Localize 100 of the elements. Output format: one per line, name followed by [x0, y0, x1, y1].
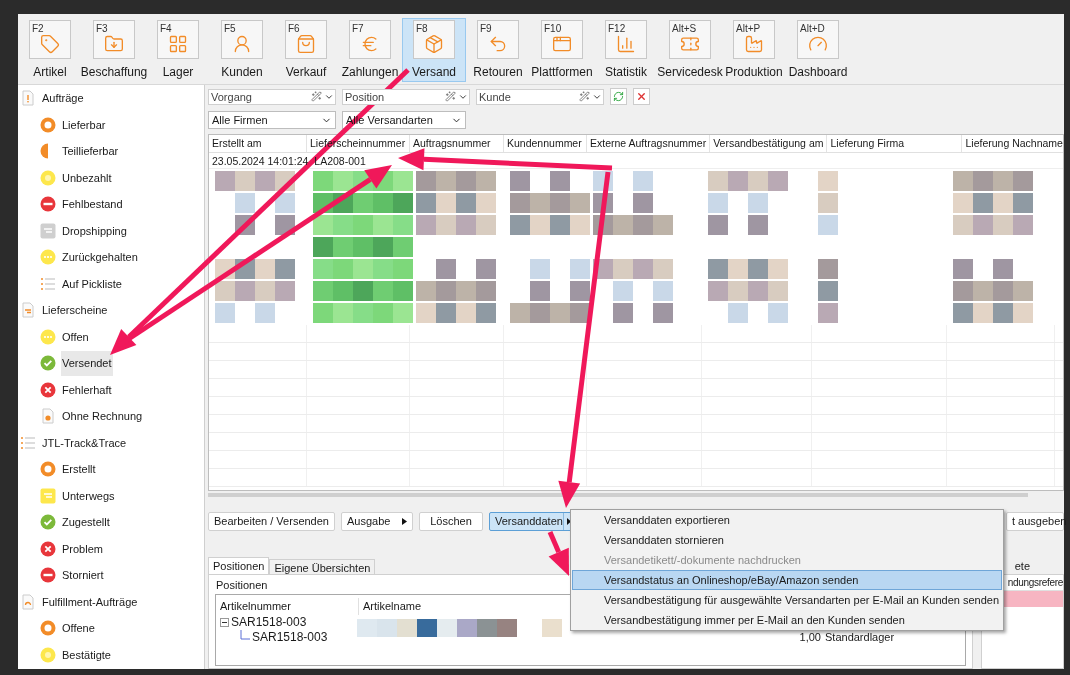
- sidebar-item[interactable]: Offene: [61, 616, 96, 641]
- sidebar-item[interactable]: Unterwegs: [61, 483, 116, 508]
- module-button[interactable]: Alt+P Produktion: [722, 18, 786, 82]
- bag-icon: [296, 33, 316, 54]
- refresh-button[interactable]: [610, 88, 627, 105]
- annotation-arrow: [547, 531, 569, 576]
- module-button[interactable]: F2 Artikel: [18, 18, 82, 82]
- user-icon: [232, 33, 252, 54]
- dropdown[interactable]: Alle Firmen: [208, 111, 336, 129]
- package-icon: [424, 33, 444, 54]
- sidebar-item[interactable]: Problem: [61, 536, 104, 561]
- group-label[interactable]: Aufträge: [42, 90, 84, 107]
- note-icon: [40, 222, 56, 239]
- refresh-icon: [613, 91, 624, 102]
- sidebar-item[interactable]: Offen: [61, 324, 90, 349]
- menu-item[interactable]: Versanddaten stornieren: [572, 530, 1002, 550]
- column-header[interactable]: Artikelnummer: [216, 598, 359, 615]
- module-button[interactable]: F12 Statistik: [594, 18, 658, 82]
- menu-item[interactable]: Versandbestätigung immer per E-Mail an den Kunden senden: [572, 610, 1002, 630]
- dots-circle-icon: [40, 328, 56, 345]
- menu-item[interactable]: Versanddaten exportieren: [572, 510, 1002, 530]
- module-button[interactable]: F5 Kunden: [210, 18, 274, 82]
- table-cell-text: LA208-001: [313, 154, 367, 168]
- sidebar-item[interactable]: Zurückgehalten: [61, 245, 139, 270]
- module-button[interactable]: F4 Lager: [146, 18, 210, 82]
- note-icon: [40, 487, 56, 504]
- table-cell-text: 23.05.2024 14:01:24: [211, 154, 310, 168]
- factory-icon: [744, 33, 764, 54]
- collapse-icon[interactable]: [220, 617, 229, 627]
- sidebar-item[interactable]: Fehlbestand: [61, 192, 124, 217]
- sidebar-item[interactable]: Bestätigte: [61, 642, 112, 667]
- minus-circle-icon: [40, 567, 56, 584]
- clear-filter-button[interactable]: [633, 88, 650, 105]
- filter-field[interactable]: Kunde: [476, 88, 604, 105]
- coin-icon: [40, 169, 56, 186]
- filter-options-icon[interactable]: [311, 90, 322, 102]
- cross-circle-icon: [40, 540, 56, 557]
- dots-circle-icon: [40, 249, 56, 266]
- check-circle-icon: [40, 514, 56, 531]
- sidebar-item[interactable]: Zugestellt: [61, 510, 111, 535]
- minus-circle-icon: [40, 196, 56, 213]
- module-button[interactable]: Alt+S Servicedesk: [658, 18, 722, 82]
- group-label[interactable]: Fulfillment-Aufträge: [42, 593, 138, 610]
- ring-icon: [40, 620, 56, 637]
- group-label[interactable]: JTL-Track&Trace: [42, 434, 127, 451]
- folder-icon: [104, 33, 124, 54]
- action-button[interactable]: Bearbeiten / Versenden: [208, 511, 335, 531]
- list-icon: [40, 275, 56, 292]
- tab[interactable]: Eigene Übersichten: [269, 559, 376, 574]
- module-button[interactable]: F7 Zahlungen: [338, 18, 402, 82]
- submenu-arrow-icon: [566, 517, 571, 525]
- sidebar-item[interactable]: Fehlerhaft: [61, 377, 113, 402]
- module-button[interactable]: F10 Plattformen: [530, 18, 594, 82]
- column-header[interactable]: Versandbestätigung am: [710, 135, 828, 152]
- menu-button[interactable]: Ausgabe: [341, 511, 413, 531]
- sidebar-item[interactable]: Teillieferbar: [61, 139, 120, 164]
- tab[interactable]: Positionen: [208, 557, 270, 574]
- filter-field[interactable]: Vorgang: [208, 88, 336, 105]
- sidebar-item[interactable]: Lieferbar: [61, 112, 107, 137]
- ring-icon: [40, 116, 56, 133]
- grid-icon: [168, 33, 188, 54]
- menu-item[interactable]: Versandbestätigung für ausgewählte Versandarten per E-Mail an Kunden senden: [572, 590, 1002, 610]
- filter-options-icon[interactable]: [579, 90, 590, 102]
- sidebar-item[interactable]: Erstellt: [61, 457, 97, 482]
- sidebar-item[interactable]: Storniert: [61, 563, 105, 588]
- column-header[interactable]: ndungsrefere: [1007, 575, 1063, 590]
- filter-options-icon[interactable]: [445, 90, 456, 102]
- sidebar-item[interactable]: Dropshipping: [61, 218, 128, 243]
- module-button[interactable]: F6 Verkauf: [274, 18, 338, 82]
- sidebar-item[interactable]: Versendet: [61, 351, 113, 376]
- menu-item[interactable]: Versandstatus an Onlineshop/eBay/Amazon senden: [572, 570, 1002, 590]
- group-label[interactable]: Lieferscheine: [42, 302, 108, 319]
- document-icon: [40, 408, 56, 425]
- module-button[interactable]: F9 Retouren: [466, 18, 530, 82]
- column-header[interactable]: Kundennummer: [504, 135, 587, 152]
- close-icon: [636, 91, 647, 102]
- filter-field[interactable]: Position: [342, 88, 470, 105]
- column-header[interactable]: Lieferung Firma: [827, 135, 963, 152]
- coin-icon: [40, 646, 56, 663]
- column-header[interactable]: Lieferung Nachname: [962, 135, 1063, 152]
- module-button[interactable]: F3 Beschaffung: [82, 18, 146, 82]
- action-button[interactable]: Löschen: [419, 511, 483, 531]
- column-header[interactable]: Externe Auftragsnummer: [587, 135, 711, 152]
- module-button[interactable]: Alt+D Dashboard: [786, 18, 850, 82]
- module-button[interactable]: F8 Versand: [402, 18, 466, 82]
- table-cell-text: 1,00: [798, 630, 821, 645]
- column-header[interactable]: Erstellt am: [209, 135, 307, 152]
- table-cell-text: Standardlager: [825, 630, 896, 645]
- column-header[interactable]: Artikelname: [359, 598, 426, 615]
- bar-chart-icon: [616, 33, 636, 54]
- cross-circle-icon: [40, 381, 56, 398]
- ring-icon: [40, 461, 56, 478]
- sidebar-item[interactable]: Auf Pickliste: [61, 271, 123, 296]
- panel-title: ete: [1014, 558, 1030, 574]
- sidebar-item[interactable]: Unbezahlt: [61, 165, 113, 190]
- tag-icon: [40, 33, 60, 54]
- sidebar-item[interactable]: Ohne Rechnung: [61, 404, 144, 429]
- submenu-arrow-icon: [402, 517, 407, 525]
- table-cell-text: SAR1518-003: [231, 614, 308, 631]
- list-icon: [20, 434, 36, 451]
